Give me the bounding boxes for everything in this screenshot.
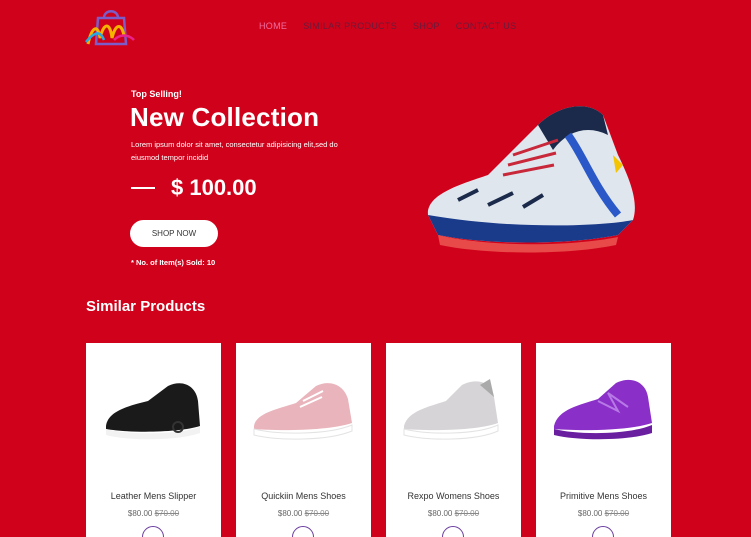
- product-card[interactable]: Leather Mens Slipper $80.00 $70.00: [86, 343, 221, 537]
- main-nav: HOME SIMILAR PRODUCTS SHOP CONTACT US: [259, 21, 516, 31]
- shop-now-button[interactable]: SHOP NOW: [130, 220, 218, 247]
- old-price: $70.00: [454, 509, 480, 518]
- product-name[interactable]: Primitive Mens Shoes: [536, 491, 671, 501]
- product-name[interactable]: Leather Mens Slipper: [86, 491, 221, 501]
- hero-description: Lorem ipsum dolor sit amet, consectetur …: [131, 140, 338, 162]
- product-card[interactable]: Primitive Mens Shoes $80.00 $70.00: [536, 343, 671, 537]
- items-sold: * No. of Item(s) Sold: 10: [131, 258, 216, 267]
- nav-home[interactable]: HOME: [259, 21, 287, 31]
- nav-shop[interactable]: SHOP: [413, 21, 440, 31]
- old-price: $70.00: [604, 509, 630, 518]
- similar-products-title: Similar Products: [86, 298, 206, 315]
- hero-title: New Collection: [130, 102, 320, 132]
- price-dash: [131, 187, 155, 189]
- grey-sneaker-image: [403, 379, 499, 440]
- hero-price: $ 100.00: [171, 175, 257, 200]
- black-sneaker-image: [106, 383, 200, 440]
- nav-contact-us[interactable]: CONTACT US: [456, 21, 517, 31]
- product-price: $80.00 $70.00: [386, 509, 521, 518]
- nav-similar-products[interactable]: SIMILAR PRODUCTS: [303, 21, 397, 31]
- add-to-cart-icon[interactable]: [142, 526, 164, 537]
- pink-sneaker-image: [253, 383, 353, 440]
- hero-price-row: $ 100.00: [131, 175, 257, 201]
- product-name[interactable]: Quickiin Mens Shoes: [236, 491, 371, 501]
- add-to-cart-icon[interactable]: [442, 526, 464, 537]
- product-price: $80.00 $70.00: [236, 509, 371, 518]
- current-price: $80.00: [277, 509, 303, 518]
- current-price: $80.00: [427, 509, 453, 518]
- hero-tag: Top Selling!: [131, 89, 182, 99]
- current-price: $80.00: [127, 509, 153, 518]
- old-price: $70.00: [154, 509, 180, 518]
- purple-sneaker-image: [554, 379, 652, 440]
- product-card[interactable]: Rexpo Womens Shoes $80.00 $70.00: [386, 343, 521, 537]
- current-price: $80.00: [577, 509, 603, 518]
- product-card[interactable]: Quickiin Mens Shoes $80.00 $70.00: [236, 343, 371, 537]
- brand-logo-icon[interactable]: [84, 4, 138, 50]
- hero-shoe-image: [427, 106, 635, 253]
- old-price: $70.00: [304, 509, 330, 518]
- add-to-cart-icon[interactable]: [592, 526, 614, 537]
- add-to-cart-icon[interactable]: [292, 526, 314, 537]
- product-price: $80.00 $70.00: [536, 509, 671, 518]
- product-price: $80.00 $70.00: [86, 509, 221, 518]
- product-list: Leather Mens Slipper $80.00 $70.00 Quick…: [86, 343, 671, 537]
- product-name[interactable]: Rexpo Womens Shoes: [386, 491, 521, 501]
